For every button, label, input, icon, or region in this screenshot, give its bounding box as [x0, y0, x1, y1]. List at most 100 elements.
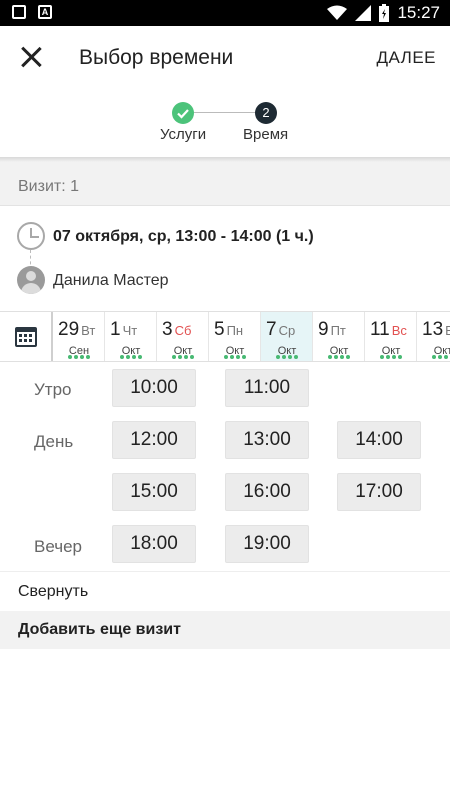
step-connector	[193, 112, 257, 113]
availability-dots	[313, 355, 365, 359]
battery-icon	[379, 4, 390, 22]
font-icon: A	[38, 5, 52, 19]
time-slot[interactable]: 16:00	[225, 473, 309, 511]
weekday-label: Пн	[226, 323, 244, 338]
availability-dot	[184, 355, 188, 359]
availability-dots	[157, 355, 209, 359]
availability-dot	[230, 355, 234, 359]
status-time: 15:27	[397, 3, 440, 22]
availability-dots	[105, 355, 157, 359]
time-slot[interactable]: 12:00	[112, 421, 196, 459]
visit-datetime: 07 октября, ср, 13:00 - 14:00 (1 ч.)	[53, 228, 314, 245]
app-bar: Выбор времени ДАЛЕЕ	[0, 26, 450, 90]
weekday-label: Вт	[445, 323, 450, 338]
day-number: 1	[110, 319, 121, 340]
date-item[interactable]: 1 Чт Окт	[105, 312, 157, 361]
availability-dot	[132, 355, 136, 359]
time-slot[interactable]: 10:00	[112, 369, 196, 407]
date-item[interactable]: 5 Пн Окт	[209, 312, 261, 361]
time-slot[interactable]: 17:00	[337, 473, 421, 511]
availability-dot	[444, 355, 448, 359]
step-label-time: Время	[243, 126, 289, 143]
availability-dot	[276, 355, 280, 359]
visit-number: Визит: 1	[18, 178, 79, 195]
availability-dot	[80, 355, 84, 359]
date-number: 11 Вс	[370, 319, 407, 341]
availability-dot	[386, 355, 390, 359]
time-slot[interactable]: 13:00	[225, 421, 309, 459]
date-number: 13Вт	[422, 319, 450, 341]
availability-dot	[294, 355, 298, 359]
day-number: 3	[162, 319, 173, 340]
availability-dot	[380, 355, 384, 359]
master-avatar	[17, 266, 45, 294]
collapse-row[interactable]: Свернуть	[0, 571, 450, 611]
evening-label: Вечер	[34, 537, 82, 556]
weekday-label: Сб	[174, 323, 192, 338]
time-slot[interactable]: 11:00	[225, 369, 309, 407]
time-slot[interactable]: 19:00	[225, 525, 309, 563]
availability-dot	[138, 355, 142, 359]
visit-header: Визит: 1	[0, 162, 450, 206]
status-right: 15:27	[327, 3, 440, 23]
date-number: 29 Вт	[58, 319, 95, 341]
availability-dot	[86, 355, 90, 359]
time-slot[interactable]: 15:00	[112, 473, 196, 511]
day-number: 29	[58, 319, 80, 340]
availability-dot	[236, 355, 240, 359]
date-strip: 29 Вт Сен 1 Чт Окт 3 Сб Окт 5 Пн Окт 7 Ср Окт 9 Пт Окт 11 В…	[0, 311, 450, 362]
add-visit-label: Добавить еще визит	[18, 621, 181, 638]
weekday-label: Вт	[81, 323, 96, 338]
day-number: 9	[318, 319, 329, 340]
date-item[interactable]: 9 Пт Окт	[313, 312, 365, 361]
date-number: 5 Пн	[214, 319, 243, 341]
image-icon	[12, 5, 26, 19]
availability-dots	[417, 355, 450, 359]
availability-dot	[120, 355, 124, 359]
date-number: 3 Сб	[162, 319, 191, 341]
day-number: 13	[422, 319, 444, 340]
day-number: 11	[370, 319, 390, 340]
close-icon[interactable]	[18, 44, 44, 70]
calendar-icon	[15, 327, 37, 347]
availability-dot	[432, 355, 436, 359]
page-title: Выбор времени	[79, 46, 234, 69]
date-item[interactable]: 11 Вс Окт	[365, 312, 417, 361]
availability-dot	[172, 355, 176, 359]
date-list: 29 Вт Сен 1 Чт Окт 3 Сб Окт 5 Пн Окт 7 Ср Окт 9 Пт Окт 11 В…	[53, 312, 450, 361]
add-visit-row[interactable]: Добавить еще визит	[0, 611, 450, 649]
availability-dot	[346, 355, 350, 359]
weekday-label: Пт	[330, 323, 346, 338]
availability-dot	[178, 355, 182, 359]
date-number: 9 Пт	[318, 319, 346, 341]
weekday-label: Ср	[278, 323, 296, 338]
day-label: День	[34, 432, 74, 451]
time-slot[interactable]: 14:00	[337, 421, 421, 459]
date-item[interactable]: 7 Ср Окт	[261, 312, 313, 361]
collapse-label: Свернуть	[18, 583, 89, 600]
availability-dot	[74, 355, 78, 359]
availability-dot	[224, 355, 228, 359]
date-item[interactable]: 3 Сб Окт	[157, 312, 209, 361]
date-item[interactable]: 13ВтОкт	[417, 312, 450, 361]
availability-dot	[288, 355, 292, 359]
availability-dots	[209, 355, 261, 359]
date-number: 1 Чт	[110, 319, 137, 341]
check-icon	[177, 109, 189, 119]
date-number: 7 Ср	[266, 319, 295, 341]
availability-dot	[190, 355, 194, 359]
calendar-button[interactable]	[0, 312, 53, 361]
next-button[interactable]: ДАЛЕЕ	[376, 48, 436, 68]
availability-dot	[242, 355, 246, 359]
availability-dot	[282, 355, 286, 359]
availability-dot	[126, 355, 130, 359]
clock-icon	[17, 222, 45, 250]
notification-icons: A	[12, 5, 52, 19]
availability-dot	[392, 355, 396, 359]
availability-dot	[438, 355, 442, 359]
time-slot[interactable]: 18:00	[112, 525, 196, 563]
morning-label: Утро	[34, 380, 72, 399]
availability-dot	[68, 355, 72, 359]
date-item[interactable]: 29 Вт Сен	[53, 312, 105, 361]
availability-dot	[328, 355, 332, 359]
